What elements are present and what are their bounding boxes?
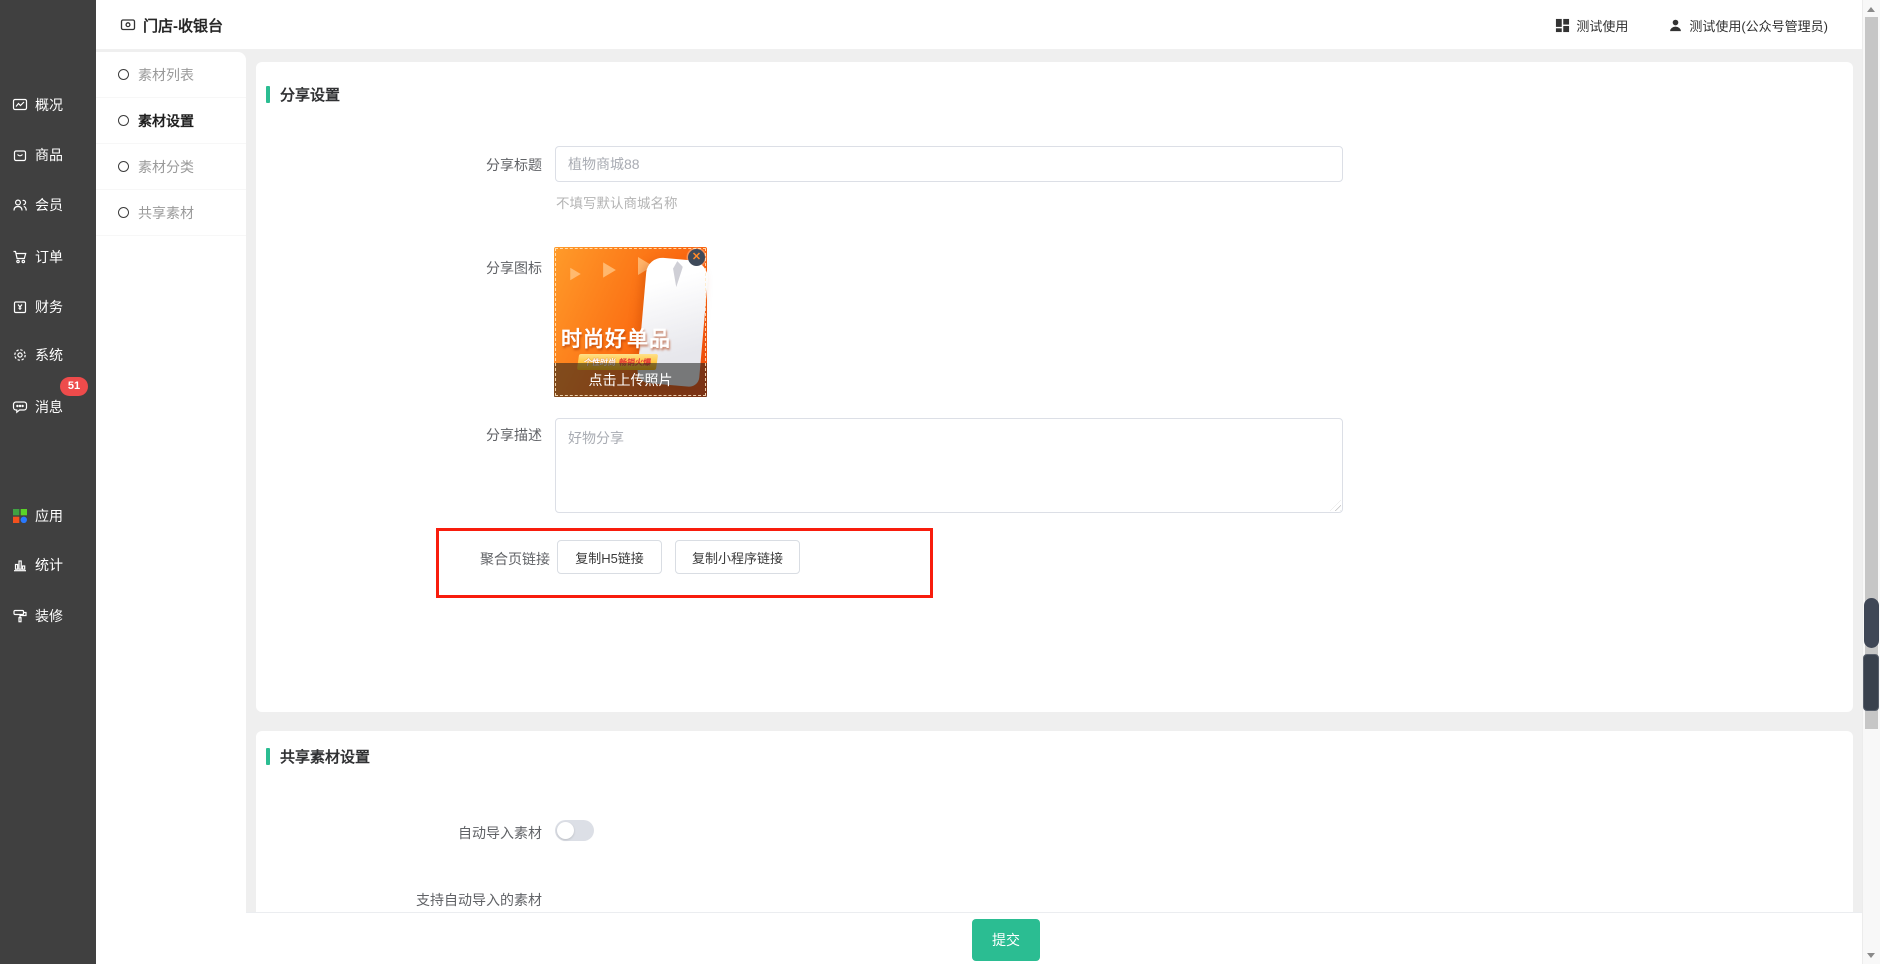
section-accent-bar: [266, 86, 270, 103]
system-icon: [14, 349, 26, 361]
auto-import-toggle[interactable]: [555, 820, 594, 841]
subnav-item-label: 共享素材: [138, 204, 194, 221]
admin-app: 概况 商品 会员 订单 财务 系统 消息 51 应用 统计 装修 门店-收银台 …: [0, 0, 1880, 964]
sidebar-item-label: 财务: [35, 299, 63, 315]
sidebar-item-decorate[interactable]: 装修: [0, 603, 96, 629]
workspace-label: 测试使用: [1576, 18, 1629, 34]
supported-import-label: 支持自动导入的素材: [416, 892, 542, 908]
subnav-item-label: 素材分类: [138, 158, 194, 175]
sidebar-item-label: 应用: [35, 508, 63, 524]
aggregate-link-label: 聚合页链接: [480, 551, 550, 567]
sidebar-item-apps[interactable]: 应用: [0, 503, 96, 529]
copy-miniprogram-link-button[interactable]: 复制小程序链接: [675, 540, 800, 574]
auto-import-label: 自动导入素材: [458, 825, 542, 841]
user-menu[interactable]: 测试使用(公众号管理员): [1668, 16, 1828, 35]
page-title-text: 门店-收银台: [143, 17, 223, 35]
grid-icon: [1556, 18, 1570, 32]
finance-icon: [13, 301, 27, 314]
arrow-decoration-icon: [603, 262, 616, 278]
page-title: 门店-收银台: [120, 0, 223, 50]
share-settings-card: 分享设置 分享标题 不填写默认商城名称 分享图标 时尚好单品 个性时尚 畅销火爆…: [256, 62, 1853, 712]
section-header: 分享设置: [266, 84, 340, 105]
arrow-decoration-icon: [570, 267, 581, 281]
sidebar-item-label: 会员: [35, 197, 63, 213]
share-icon-label: 分享图标: [486, 260, 542, 276]
user-icon: [1670, 19, 1682, 31]
overview-icon: [12, 98, 28, 111]
sidebar-item-label: 消息: [35, 399, 63, 415]
sidebar-item-stats[interactable]: 统计: [0, 552, 96, 578]
subnav-item-shared-material[interactable]: 共享素材: [96, 190, 246, 236]
apps-icon: [13, 509, 27, 523]
sidebar-item-goods[interactable]: 商品: [0, 142, 96, 168]
sidebar-item-finance[interactable]: 财务: [0, 294, 96, 320]
user-label: 测试使用(公众号管理员): [1689, 18, 1828, 34]
sidebar-item-label: 系统: [35, 347, 63, 363]
workspace-switcher[interactable]: 测试使用: [1555, 16, 1628, 35]
topbar: 门店-收银台 测试使用 测试使用(公众号管理员): [96, 0, 1862, 50]
section-title: 分享设置: [280, 87, 341, 104]
material-subnav: 素材列表 素材设置 素材分类 共享素材: [96, 52, 246, 964]
subnav-item-label: 素材设置: [138, 112, 194, 129]
store-terminal-icon: [120, 19, 136, 31]
subnav-item-label: 素材列表: [138, 66, 194, 83]
remove-image-button[interactable]: ✕: [688, 249, 705, 266]
scrollbar-marker-gradient: [1864, 598, 1879, 648]
messages-icon: [12, 401, 28, 414]
section-accent-bar: [266, 748, 270, 765]
upload-overlay-text: 点击上传照片: [588, 372, 673, 388]
submit-button[interactable]: 提交: [972, 919, 1040, 961]
share-icon-upload-box[interactable]: 时尚好单品 个性时尚 畅销火爆 点击上传照片 ✕: [554, 247, 710, 397]
sidebar-item-system[interactable]: 系统: [0, 342, 96, 368]
share-title-input[interactable]: [555, 146, 1343, 182]
sidebar-item-members[interactable]: 会员: [0, 192, 96, 218]
radio-circle-icon: [118, 69, 129, 80]
share-title-label: 分享标题: [486, 157, 542, 173]
stats-icon: [14, 560, 26, 572]
upload-overlay[interactable]: 点击上传照片: [554, 363, 707, 397]
goods-icon: [13, 150, 27, 162]
promo-headline: 时尚好单品: [561, 328, 671, 351]
scroll-up-arrow-icon[interactable]: [1867, 7, 1875, 12]
sidebar-item-orders[interactable]: 订单: [0, 244, 96, 270]
main-sidebar: 概况 商品 会员 订单 财务 系统 消息 51 应用 统计 装修: [0, 0, 96, 964]
sidebar-item-messages[interactable]: 消息: [0, 394, 96, 420]
copy-h5-link-button[interactable]: 复制H5链接: [557, 540, 662, 574]
radio-circle-icon: [118, 161, 129, 172]
share-title-hint: 不填写默认商城名称: [556, 196, 678, 211]
footer-bar: 提交: [246, 912, 1862, 964]
sidebar-item-label: 概况: [35, 97, 63, 113]
share-desc-textarea[interactable]: [555, 418, 1343, 513]
subnav-item-material-list[interactable]: 素材列表: [96, 52, 246, 98]
scroll-down-arrow-icon[interactable]: [1867, 953, 1875, 958]
sidebar-item-label: 统计: [35, 557, 63, 573]
page-scrollbar: [1862, 0, 1880, 964]
radio-circle-icon: [118, 207, 129, 218]
message-count-badge: 51: [60, 377, 88, 396]
close-icon: ✕: [691, 251, 702, 263]
subnav-item-material-settings[interactable]: 素材设置: [96, 98, 246, 144]
sidebar-item-overview[interactable]: 概况: [0, 92, 96, 118]
sidebar-item-label: 装修: [35, 608, 63, 624]
members-icon: [13, 199, 27, 211]
sidebar-item-label: 商品: [35, 147, 63, 163]
subnav-item-material-category[interactable]: 素材分类: [96, 144, 246, 190]
share-desc-label: 分享描述: [486, 427, 542, 443]
section-header: 共享素材设置: [266, 746, 370, 767]
radio-circle-icon: [118, 115, 129, 126]
sidebar-item-label: 订单: [35, 249, 63, 265]
scrollbar-marker-striped: [1863, 654, 1879, 711]
decorate-icon: [13, 609, 27, 623]
topbar-right: 测试使用 测试使用(公众号管理员): [1555, 0, 1828, 50]
orders-icon: [13, 250, 27, 264]
section-title: 共享素材设置: [280, 749, 371, 766]
